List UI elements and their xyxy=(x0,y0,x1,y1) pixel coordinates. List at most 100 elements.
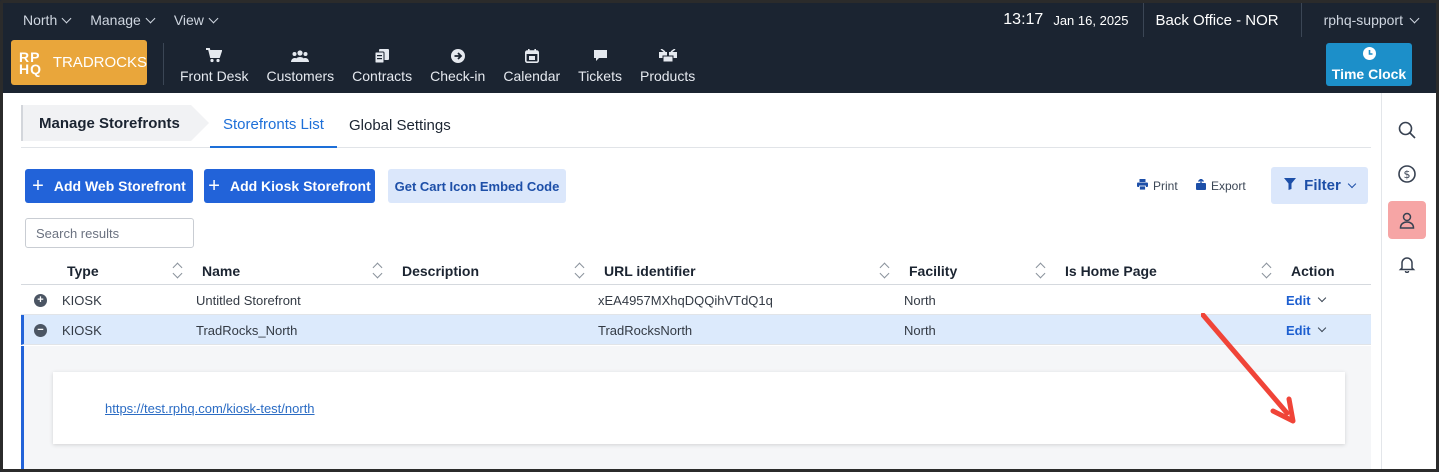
logo-mark: RP HQ xyxy=(19,50,45,77)
edit-link[interactable]: Edit xyxy=(1286,292,1326,308)
storefront-url-link[interactable]: https://test.rphq.com/kiosk-test/north xyxy=(105,401,315,416)
divider xyxy=(163,43,164,85)
bell-icon[interactable] xyxy=(1388,245,1426,283)
manage-menu-label: Manage xyxy=(90,12,141,28)
chevron-down-icon xyxy=(1347,179,1357,188)
main-content: Manage Storefronts Storefronts List Glob… xyxy=(21,93,1371,469)
time-clock-button[interactable]: Time Clock xyxy=(1326,43,1412,86)
add-web-storefront-button[interactable]: + Add Web Storefront xyxy=(25,169,193,203)
top-menu: North Manage View xyxy=(23,3,219,37)
plus-circle-icon: + xyxy=(34,293,47,307)
chevron-down-icon[interactable] xyxy=(1317,293,1326,303)
sort-icon[interactable] xyxy=(575,262,585,278)
logo-mark-bottom: HQ xyxy=(19,60,42,77)
col-facility[interactable]: Facility xyxy=(909,256,957,285)
column-label: Facility xyxy=(909,262,958,279)
main-nav: RP HQ TRADROCKS Front Desk Customers Cont… xyxy=(3,37,1436,93)
right-rail: $ xyxy=(1381,93,1436,469)
view-menu-label: View xyxy=(173,12,204,28)
location-menu[interactable]: North xyxy=(23,12,72,28)
cell-url-identifier: xEA4957MXhqDQQihVTdQ1q xyxy=(598,292,773,308)
edit-label: Edit xyxy=(1286,292,1311,308)
cell-facility: North xyxy=(904,292,936,308)
embed-code-button[interactable]: Get Cart Icon Embed Code xyxy=(388,169,566,203)
nav-label: Products xyxy=(639,67,696,84)
breadcrumb: Manage Storefronts xyxy=(21,105,209,141)
col-description[interactable]: Description xyxy=(402,256,479,285)
column-label: Type xyxy=(67,262,99,279)
nav-label: Tickets xyxy=(578,67,622,84)
nav-tickets[interactable]: Tickets xyxy=(569,37,631,93)
cell-type: KIOSK xyxy=(62,292,102,308)
printer-icon xyxy=(1137,179,1148,193)
add-kiosk-storefront-button[interactable]: + Add Kiosk Storefront xyxy=(204,169,375,203)
collapse-row-button[interactable]: − xyxy=(34,315,47,345)
nav-products[interactable]: Products xyxy=(631,37,704,93)
minus-circle-icon: − xyxy=(34,323,47,337)
cell-url-identifier: TradRocksNorth xyxy=(598,322,693,338)
button-label: Add Web Storefront xyxy=(53,178,186,194)
column-label: Is Home Page xyxy=(1065,262,1157,279)
time-clock-label: Time Clock xyxy=(1331,66,1407,82)
sort-icon[interactable] xyxy=(373,262,383,278)
cell-name: Untitled Storefront xyxy=(196,292,301,308)
tab-global-settings[interactable]: Global Settings xyxy=(349,103,451,148)
manage-menu[interactable]: Manage xyxy=(90,12,156,28)
col-is-home-page[interactable]: Is Home Page xyxy=(1065,256,1157,285)
nav-check-in[interactable]: Check-in xyxy=(421,37,494,93)
user-name: rphq-support xyxy=(1323,12,1403,28)
user-icon[interactable] xyxy=(1388,201,1426,239)
print-button[interactable]: Print xyxy=(1137,179,1178,193)
tab-storefronts-list[interactable]: Storefronts List xyxy=(210,103,337,148)
nav-front-desk[interactable]: Front Desk xyxy=(171,37,257,93)
logo[interactable]: RP HQ TRADROCKS xyxy=(11,40,147,85)
filter-button[interactable]: Filter xyxy=(1271,167,1368,204)
nav-customers[interactable]: Customers xyxy=(257,37,343,93)
detail-card: https://test.rphq.com/kiosk-test/north xyxy=(53,372,1345,444)
chevron-down-icon xyxy=(208,13,219,23)
search-icon[interactable] xyxy=(1388,111,1426,149)
row-detail-panel: https://test.rphq.com/kiosk-test/north xyxy=(21,346,1371,469)
column-label: Action xyxy=(1291,262,1335,279)
expand-row-button[interactable]: + xyxy=(34,285,47,315)
table-row[interactable]: + KIOSK Untitled Storefront xEA4957MXhqD… xyxy=(21,285,1371,315)
sort-icon[interactable] xyxy=(880,262,890,278)
table-row-selected[interactable]: − KIOSK TradRocks_North TradRocksNorth N… xyxy=(21,315,1371,345)
view-menu[interactable]: View xyxy=(173,12,219,28)
chevron-down-icon xyxy=(145,13,156,23)
button-label: Get Cart Icon Embed Code xyxy=(394,178,560,194)
cell-type: KIOSK xyxy=(62,322,102,338)
nav-calendar[interactable]: Calendar xyxy=(494,37,569,93)
sort-icon[interactable] xyxy=(173,262,183,278)
col-type[interactable]: Type xyxy=(67,256,99,285)
column-label: Description xyxy=(402,262,480,279)
col-url-identifier[interactable]: URL identifier xyxy=(604,256,696,285)
search-input[interactable] xyxy=(25,218,194,248)
nav-contracts[interactable]: Contracts xyxy=(343,37,421,93)
nav-label: Check-in xyxy=(430,67,486,84)
tabs-row: Manage Storefronts Storefronts List Glob… xyxy=(21,103,1371,148)
export-icon xyxy=(1196,178,1206,193)
column-label: Name xyxy=(202,262,241,279)
tab-label: Global Settings xyxy=(349,117,451,134)
nav-items: Front Desk Customers Contracts Check-in … xyxy=(171,37,704,93)
edit-menu[interactable]: Edit xyxy=(1286,285,1326,315)
sort-icon[interactable] xyxy=(1036,262,1046,278)
office-label: Back Office - NOR xyxy=(1155,11,1279,29)
sort-icon[interactable] xyxy=(1262,262,1272,278)
chat-icon xyxy=(593,47,608,65)
chevron-down-icon[interactable] xyxy=(1317,323,1326,333)
col-name[interactable]: Name xyxy=(202,256,240,285)
dollar-icon[interactable]: $ xyxy=(1388,155,1426,193)
export-button[interactable]: Export xyxy=(1196,178,1246,193)
nav-label: Calendar xyxy=(503,67,561,84)
nav-label: Contracts xyxy=(352,67,413,84)
contracts-icon xyxy=(375,47,390,65)
clock-date: Jan 16, 2025 xyxy=(1053,12,1129,28)
cell-facility: North xyxy=(904,322,936,338)
user-menu[interactable]: rphq-support xyxy=(1302,12,1436,28)
clock-icon xyxy=(1362,47,1376,63)
plus-icon: + xyxy=(32,175,44,197)
clock-time: 13:17 xyxy=(1003,11,1044,28)
cell-name: TradRocks_North xyxy=(196,322,298,338)
